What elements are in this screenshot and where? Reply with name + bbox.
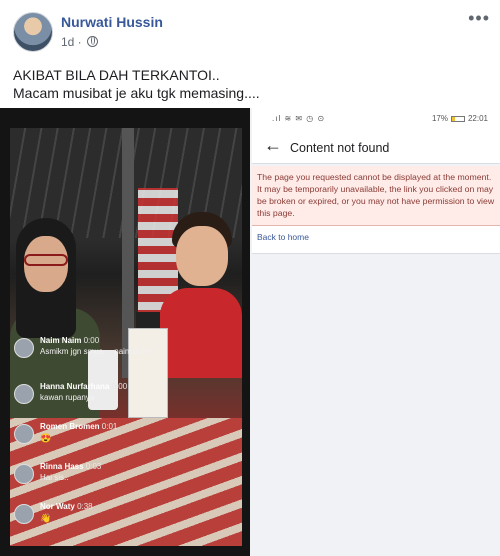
comment-item: Rinna Hass 0:03 Hai sis..	[14, 462, 164, 494]
man-figure	[160, 212, 242, 378]
globe-icon	[87, 36, 99, 47]
commenter-avatar	[14, 464, 34, 484]
comment-text: kawan rupanya	[40, 393, 95, 402]
commenter-avatar	[14, 424, 34, 444]
comment-time: 0:03	[85, 462, 102, 471]
post-meta: 1d ·	[61, 35, 99, 49]
comment-time: 0:01	[101, 422, 118, 431]
comment-item: Romen Bromen 0:01 😍	[14, 422, 164, 454]
post-time[interactable]: 1d ·	[61, 35, 82, 49]
comment-time: 0:00	[83, 336, 100, 345]
commenter-name: Rinna Hass	[40, 462, 84, 471]
app-bar: ← Content not found	[252, 130, 500, 164]
comment-item: Nor Waty 0:38 👋	[14, 502, 164, 534]
post-photo[interactable]: Naim Naim 0:00 Asmikm jgn smua ... naim …	[0, 108, 500, 556]
battery-icon	[450, 116, 465, 122]
commenter-avatar	[14, 384, 34, 404]
page-title: Content not found	[290, 141, 390, 155]
comment-item: Naim Naim 0:00 Asmikm jgn smua ... naim …	[14, 336, 164, 368]
commenter-name: Naim Naim	[40, 336, 82, 345]
post-caption: AKIBAT BILA DAH TERKANTOI.. Macam musiba…	[13, 66, 260, 102]
comment-time: 0:38	[77, 502, 93, 511]
phone-status-bar: .ıl ≋ ✉ ◷ ⊙ 17% 22:01	[252, 108, 500, 130]
caption-line: Macam musibat je aku tgk memasing....	[13, 85, 260, 101]
more-icon[interactable]: •••	[468, 8, 490, 29]
author-avatar[interactable]	[13, 12, 53, 52]
comment-text: Hai sis..	[40, 473, 69, 482]
status-time: 22:01	[467, 114, 488, 123]
comment-emoji: 👋	[40, 513, 52, 523]
comment-item: Hanna Nurfarhana 0:00 kawan rupanya	[14, 382, 164, 414]
live-video-screenshot: Naim Naim 0:00 Asmikm jgn smua ... naim …	[0, 108, 250, 556]
comment-time: 0:00	[111, 382, 128, 391]
caption-line: AKIBAT BILA DAH TERKANTOI..	[13, 67, 220, 83]
error-notice: The page you requested cannot be display…	[252, 166, 500, 226]
commenter-name: Hanna Nurfarhana	[40, 382, 110, 391]
commenter-avatar	[14, 338, 34, 358]
back-arrow-icon[interactable]: ←	[264, 135, 282, 156]
commenter-name: Nor Waty	[40, 502, 75, 511]
comment-text: Asmikm jgn smua ... naim la kot	[40, 347, 153, 356]
status-icons: .ıl ≋ ✉ ◷ ⊙	[272, 114, 326, 123]
author-name[interactable]: Nurwati Hussin	[61, 14, 163, 30]
commenter-name: Romen Bromen	[40, 422, 100, 431]
battery-percent: 17%	[431, 114, 448, 123]
comment-emoji: 😍	[40, 433, 52, 443]
commenter-avatar	[14, 504, 34, 524]
content-not-found-screenshot: .ıl ≋ ✉ ◷ ⊙ 17% 22:01 ← Content not found…	[252, 108, 500, 556]
back-to-home-link[interactable]: Back to home	[257, 232, 309, 242]
post-header: Nurwati Hussin 1d · •••	[0, 0, 500, 60]
